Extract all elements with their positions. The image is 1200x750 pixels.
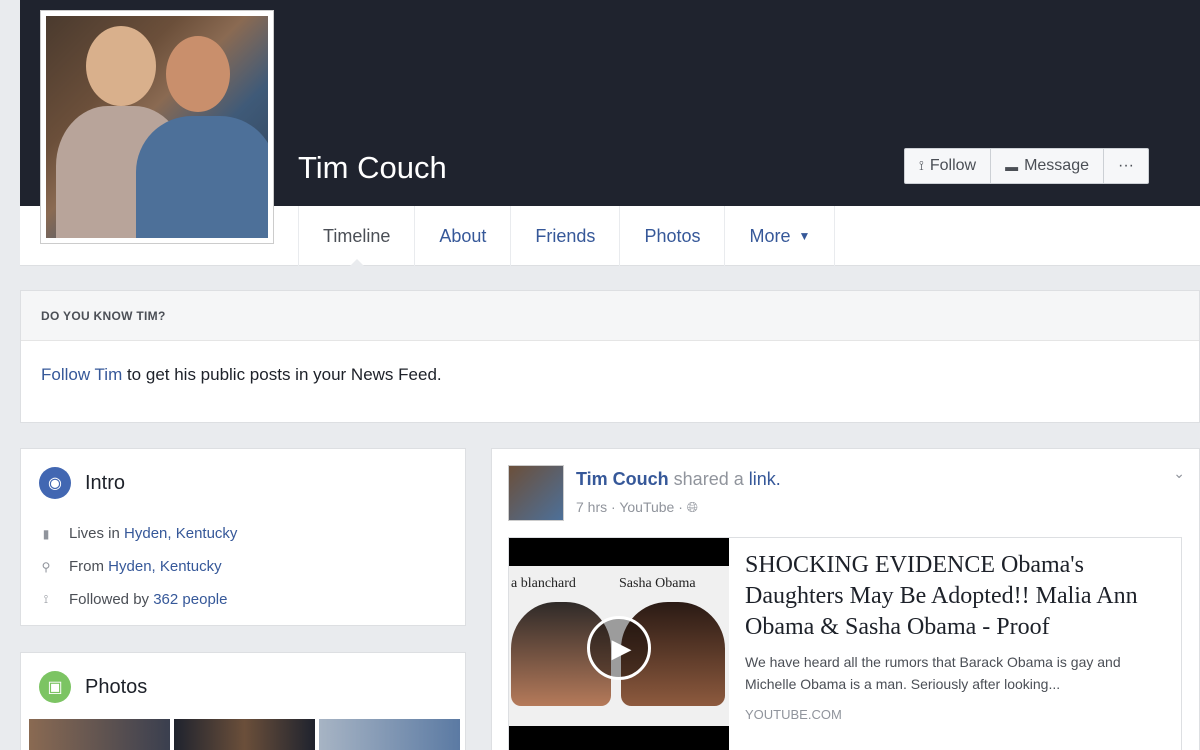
- rss-icon: ⟟: [919, 158, 924, 173]
- meta-separator: ·: [607, 499, 620, 515]
- photos-card: ▣ Photos: [20, 652, 466, 750]
- photo-grid: [29, 719, 460, 750]
- followers-link[interactable]: 362 people: [153, 591, 227, 608]
- location-pin-icon: ⚲: [41, 559, 51, 574]
- follow-label: Follow: [929, 157, 977, 174]
- link-title[interactable]: SHOCKING EVIDENCE Obama's Daughters May …: [745, 550, 1165, 643]
- globe-privacy-icon: 🌐︎: [686, 499, 698, 515]
- play-icon[interactable]: ▶: [587, 616, 651, 680]
- post-author-avatar[interactable]: [508, 465, 564, 521]
- globe-icon: ◉: [39, 467, 71, 499]
- tab-photos-label: Photos: [644, 225, 701, 246]
- link-description: We have heard all the rumors that Barack…: [745, 654, 1121, 692]
- lives-prefix: Lives in: [69, 525, 125, 542]
- video-thumbnail[interactable]: a blanchard Sasha Obama ▶: [509, 538, 729, 750]
- do-you-know-body: Follow Tim to get his public posts in yo…: [21, 341, 1199, 409]
- link-text: SHOCKING EVIDENCE Obama's Daughters May …: [745, 550, 1165, 722]
- post-action-text: shared a: [668, 469, 749, 489]
- tab-friends-label: Friends: [535, 225, 596, 246]
- intro-header: ◉ Intro: [21, 449, 465, 513]
- tab-more-label: More: [749, 225, 791, 246]
- tab-timeline-label: Timeline: [323, 225, 391, 246]
- do-you-know-text: to get his public posts in your News Fee…: [122, 365, 442, 384]
- tab-photos[interactable]: Photos: [619, 206, 724, 266]
- photos-header: ▣ Photos: [21, 653, 465, 717]
- more-dots-icon: ···: [1118, 157, 1134, 174]
- intro-from: ⚲ From Hyden, Kentucky: [39, 550, 447, 583]
- photo-thumbnail[interactable]: [319, 719, 460, 750]
- photos-title[interactable]: Photos: [85, 676, 147, 699]
- do-you-know-box: DO YOU KNOW TIM? Follow Tim to get his p…: [20, 290, 1200, 423]
- post-object-link[interactable]: link.: [749, 469, 781, 489]
- more-options-button[interactable]: ···: [1104, 149, 1148, 183]
- from-prefix: From: [69, 558, 109, 575]
- photo-thumbnail[interactable]: [29, 719, 170, 750]
- cover-actions: ⟟ Follow ▬ Message ···: [904, 148, 1149, 184]
- video-caption-left: a blanchard: [511, 576, 576, 591]
- message-label: Message: [1024, 157, 1089, 174]
- from-place-link[interactable]: Hyden, Kentucky: [108, 558, 221, 575]
- profile-tabs: Timeline About Friends Photos More ▼: [298, 206, 836, 267]
- lives-place-link[interactable]: Hyden, Kentucky: [124, 525, 237, 542]
- feed-post: Tim Couch shared a link. 7 hrs · YouTube…: [491, 448, 1200, 750]
- profile-photo-image: [46, 16, 268, 238]
- message-button[interactable]: ▬ Message: [991, 149, 1104, 183]
- tab-about-label: About: [439, 225, 487, 246]
- photos-icon: ▣: [39, 671, 71, 703]
- follow-tim-link[interactable]: Follow Tim: [41, 365, 122, 384]
- intro-list: ▮ Lives in Hyden, Kentucky ⚲ From Hyden,…: [21, 513, 465, 620]
- do-you-know-heading: DO YOU KNOW TIM?: [21, 291, 1199, 341]
- profile-picture[interactable]: [40, 10, 274, 244]
- caret-down-icon: ▼: [798, 229, 811, 243]
- video-caption-right: Sasha Obama: [619, 576, 696, 591]
- post-source: YouTube: [619, 499, 675, 515]
- tab-about[interactable]: About: [414, 206, 510, 266]
- shared-link-card[interactable]: a blanchard Sasha Obama ▶ SHOCKING EVIDE…: [508, 537, 1182, 750]
- followed-prefix: Followed by: [69, 591, 154, 608]
- intro-lives-in: ▮ Lives in Hyden, Kentucky: [39, 517, 447, 550]
- post-author-link[interactable]: Tim Couch: [576, 469, 669, 489]
- intro-followed-by: ⟟ Followed by 362 people: [39, 583, 447, 616]
- intro-card: ◉ Intro ▮ Lives in Hyden, Kentucky ⚲ Fro…: [20, 448, 466, 626]
- post-header: Tim Couch shared a link.: [576, 469, 781, 490]
- rss-icon: ⟟: [43, 592, 49, 606]
- post-options-chevron-icon[interactable]: ⌄: [1173, 465, 1185, 482]
- link-domain: YOUTUBE.COM: [745, 707, 842, 722]
- message-icon: ▬: [1005, 158, 1019, 174]
- home-icon: ▮: [42, 526, 50, 541]
- photo-thumbnail[interactable]: [174, 719, 315, 750]
- profile-name[interactable]: Tim Couch: [298, 150, 447, 186]
- post-meta: 7 hrs · YouTube · 🌐︎: [576, 499, 698, 516]
- follow-button[interactable]: ⟟ Follow: [905, 149, 992, 183]
- tab-more[interactable]: More ▼: [724, 206, 836, 266]
- post-timestamp[interactable]: 7 hrs: [576, 499, 607, 515]
- intro-title: Intro: [85, 471, 126, 494]
- meta-separator: ·: [674, 499, 687, 515]
- tab-friends[interactable]: Friends: [510, 206, 619, 266]
- tab-timeline[interactable]: Timeline: [298, 206, 414, 267]
